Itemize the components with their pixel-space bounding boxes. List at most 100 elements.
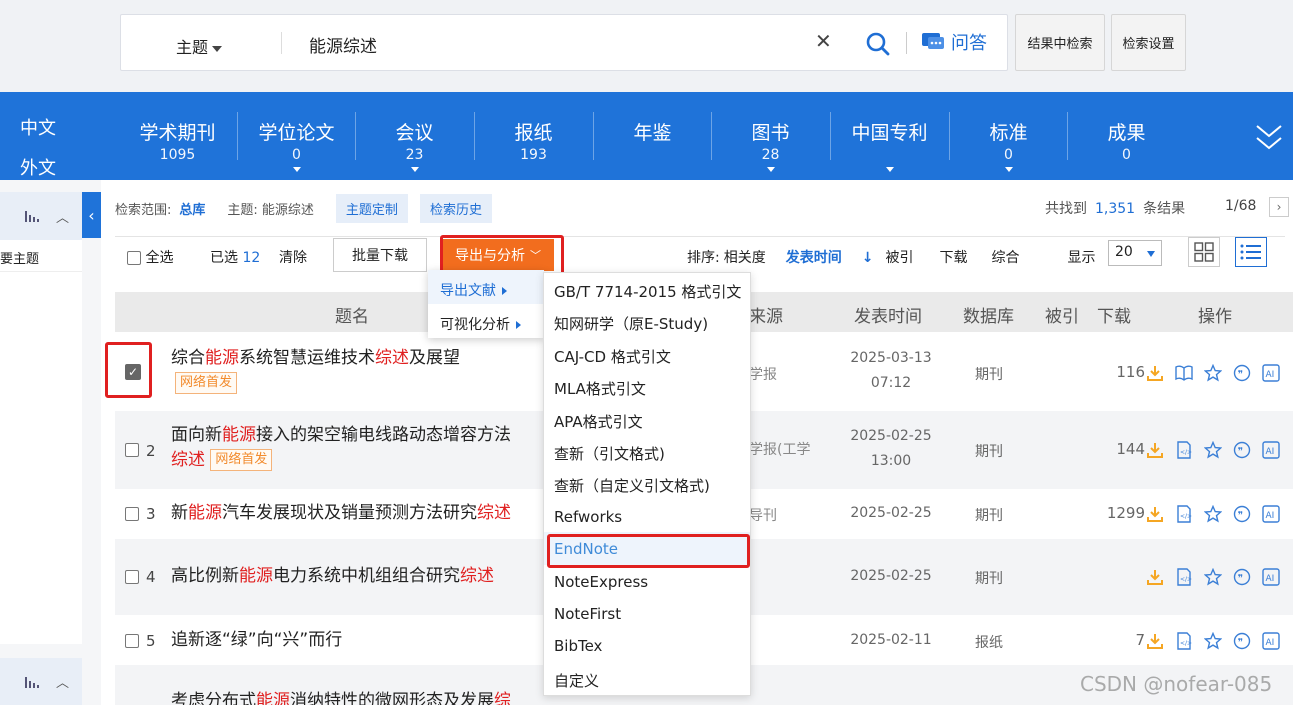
article-date: 2025-02-25 13:00: [850, 428, 932, 469]
nav-item-standards[interactable]: 标准 0: [949, 92, 1068, 180]
nav-item-patents[interactable]: 中国专利: [830, 92, 949, 180]
menu-item-noteexpress[interactable]: NoteExpress: [544, 565, 750, 597]
html-read-icon[interactable]: </>: [1174, 567, 1193, 586]
ai-assistant-icon[interactable]: AI: [1261, 631, 1280, 650]
article-source[interactable]: 导刊: [749, 505, 777, 525]
nav-item-journals[interactable]: 学术期刊 1095: [118, 92, 237, 180]
html-read-icon[interactable]: </>: [1174, 631, 1193, 650]
sort-composite[interactable]: 综合: [991, 250, 1019, 266]
cite-quote-icon[interactable]: ❞: [1232, 631, 1251, 650]
svg-text:AI: AI: [1265, 370, 1274, 380]
nav-item-conferences[interactable]: 会议 23: [355, 92, 474, 180]
search-scope-select[interactable]: 主题: [176, 34, 223, 58]
nav-item-newspapers[interactable]: 报纸 193: [474, 92, 593, 180]
favorite-star-icon[interactable]: [1203, 363, 1222, 382]
menu-item-apa[interactable]: APA格式引文: [544, 403, 750, 435]
nav-item-yearbooks[interactable]: 年鉴: [593, 92, 712, 180]
chevron-up-icon[interactable]: ︿: [56, 672, 69, 691]
chevron-up-icon[interactable]: ︿: [56, 207, 69, 226]
menu-item-bibtex[interactable]: BibTex: [544, 629, 750, 661]
article-title[interactable]: 新能源汽车发展现状及销量预测方法研究综述: [171, 501, 511, 526]
cite-quote-icon[interactable]: ❞: [1232, 567, 1251, 586]
ai-assistant-icon[interactable]: AI: [1261, 363, 1280, 382]
menu-item-mla[interactable]: MLA格式引文: [544, 370, 750, 402]
search-settings-button[interactable]: 检索设置: [1111, 14, 1186, 71]
cite-quote-icon[interactable]: ❞: [1232, 363, 1251, 382]
html-read-icon[interactable]: </>: [1174, 440, 1193, 459]
download-icon[interactable]: [1145, 504, 1164, 523]
row-checkbox[interactable]: [125, 570, 139, 584]
favorite-star-icon[interactable]: [1203, 567, 1222, 586]
row-checkbox[interactable]: [125, 443, 139, 457]
favorite-star-icon[interactable]: [1203, 631, 1222, 650]
sort-cited[interactable]: 被引: [885, 250, 913, 266]
scope-range-value[interactable]: 总库: [179, 199, 205, 218]
page-size-select[interactable]: 20: [1108, 240, 1162, 266]
menu-item-export-docs[interactable]: 导出文献: [428, 270, 544, 304]
select-all-checkbox[interactable]: 全选: [127, 247, 173, 267]
article-title[interactable]: 综合能源系统智慧运维技术综述及展望 网络首发: [171, 346, 460, 396]
nav-item-books[interactable]: 图书 28: [711, 92, 830, 180]
results-count: 共找到 1,351 条结果: [1045, 198, 1185, 218]
download-icon[interactable]: [1145, 631, 1164, 650]
html-read-icon[interactable]: </>: [1174, 504, 1193, 523]
ai-assistant-icon[interactable]: AI: [1261, 567, 1280, 586]
menu-item-chaxin-custom[interactable]: 查新（自定义引文格式): [544, 467, 750, 499]
menu-item-chaxin[interactable]: 查新（引文格式): [544, 435, 750, 467]
svg-text:</>: </>: [1180, 576, 1192, 583]
qa-button[interactable]: 问答: [921, 29, 987, 55]
clear-selection-button[interactable]: 清除: [279, 247, 307, 267]
cite-quote-icon[interactable]: ❞: [1232, 440, 1251, 459]
highlight-box: [105, 342, 152, 398]
row-checkbox[interactable]: [125, 507, 139, 521]
collapse-sidebar-button[interactable]: ‹: [82, 192, 101, 238]
cite-quote-icon[interactable]: ❞: [1232, 504, 1251, 523]
menu-item-notefirst[interactable]: NoteFirst: [544, 597, 750, 629]
menu-item-custom[interactable]: 自定义: [544, 662, 750, 694]
search-icon[interactable]: [865, 31, 891, 61]
menu-item-gbt7714[interactable]: GB/T 7714-2015 格式引文: [544, 273, 750, 305]
sort-download[interactable]: 下载: [939, 250, 967, 266]
article-source[interactable]: 学报(工学: [749, 439, 810, 459]
lang-chinese-tab[interactable]: 中文: [20, 114, 56, 140]
article-title[interactable]: 考虑分布式能源消纳特性的微网形态及发展综: [171, 689, 511, 705]
download-icon[interactable]: [1145, 567, 1164, 586]
lang-foreign-tab[interactable]: 外文: [20, 154, 56, 180]
search-input[interactable]: 能源综述: [309, 32, 377, 57]
menu-item-cajcd[interactable]: CAJ-CD 格式引文: [544, 338, 750, 370]
favorite-star-icon[interactable]: [1203, 440, 1222, 459]
checkbox[interactable]: [127, 251, 141, 265]
topic-custom-button[interactable]: 主题定制: [335, 194, 408, 223]
col-title: 题名: [335, 307, 369, 327]
favorite-star-icon[interactable]: [1203, 504, 1222, 523]
menu-item-estudy[interactable]: 知网研学（原E-Study): [544, 305, 750, 337]
read-book-icon[interactable]: [1174, 363, 1193, 382]
nav-item-theses[interactable]: 学位论文 0: [237, 92, 356, 180]
nav-item-achievements[interactable]: 成果 0: [1067, 92, 1186, 180]
search-in-results-button[interactable]: 结果中检索: [1015, 14, 1105, 71]
article-title[interactable]: 高比例新能源电力系统中机组组合研究综述: [171, 564, 494, 589]
menu-item-visual-analysis[interactable]: 可视化分析: [428, 304, 544, 338]
ai-assistant-icon[interactable]: AI: [1261, 440, 1280, 459]
sort-date[interactable]: 发表时间 ↓: [786, 250, 874, 266]
sidebar-item-main-topic[interactable]: 要主题: [0, 240, 82, 272]
list-view-button[interactable]: [1235, 237, 1267, 267]
batch-download-button[interactable]: 批量下载: [333, 238, 427, 272]
download-icon[interactable]: [1145, 363, 1164, 382]
clear-icon[interactable]: ✕: [815, 29, 832, 53]
grid-view-button[interactable]: [1188, 237, 1220, 267]
row-number: 3: [146, 505, 156, 523]
row-checkbox[interactable]: [125, 634, 139, 648]
next-page-button[interactable]: ›: [1269, 197, 1289, 217]
article-title[interactable]: 追新逐“绿”向“兴”而行: [171, 628, 342, 653]
article-title[interactable]: 面向新能源接入的架空输电线路动态增容方法 综述 网络首发: [171, 423, 511, 473]
sidebar-group-header[interactable]: ︿: [0, 192, 82, 240]
menu-item-refworks[interactable]: Refworks: [544, 500, 750, 532]
ai-assistant-icon[interactable]: AI: [1261, 504, 1280, 523]
sidebar-group-header[interactable]: ︿: [0, 658, 82, 705]
sort-relevance[interactable]: 相关度: [724, 250, 766, 266]
search-history-button[interactable]: 检索历史: [419, 194, 492, 223]
expand-nav-icon[interactable]: [1254, 122, 1284, 156]
article-source[interactable]: 学报: [749, 364, 777, 384]
download-icon[interactable]: [1145, 440, 1164, 459]
